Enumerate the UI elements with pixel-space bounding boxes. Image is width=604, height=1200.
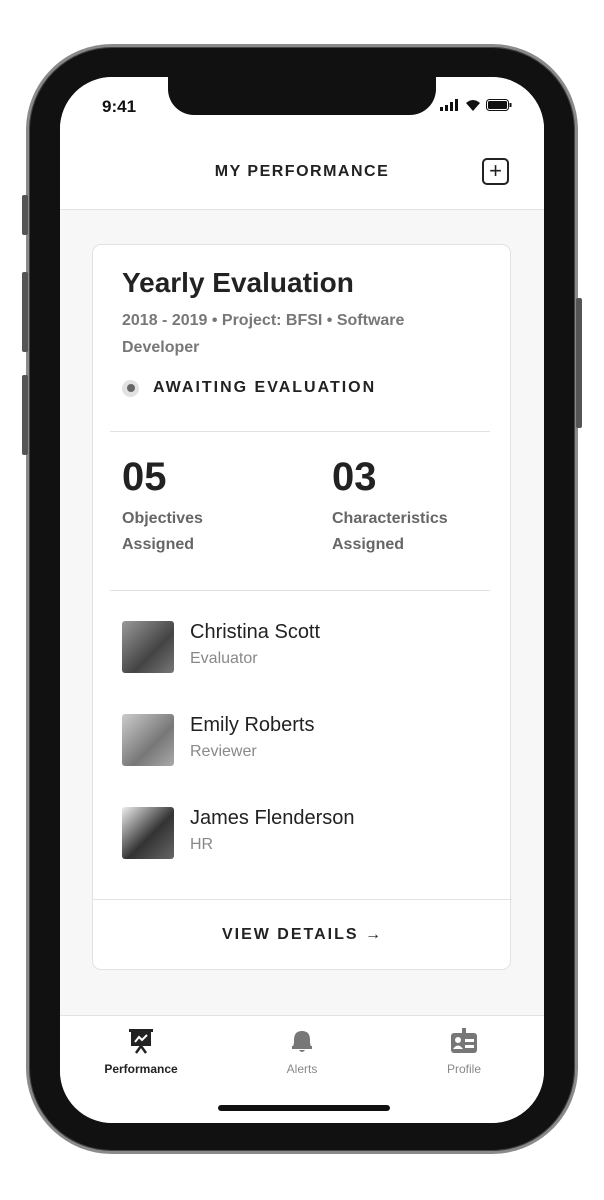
person-role: Evaluator (190, 650, 258, 667)
tab-profile[interactable]: Profile (404, 1028, 524, 1076)
tab-alerts[interactable]: Alerts (242, 1028, 362, 1076)
stat-value: 05 (122, 455, 167, 499)
tab-label: Profile (446, 1062, 481, 1076)
person-role: HR (190, 836, 214, 853)
divider (110, 590, 490, 591)
mute-switch (22, 195, 28, 235)
stat-characteristics: 03 Characteristics Assigned (332, 455, 448, 558)
page-title: MY PERFORMANCE (214, 163, 390, 180)
stat-value: 03 (332, 455, 377, 499)
plus-icon: + (489, 158, 502, 183)
tab-label: Performance (104, 1062, 178, 1076)
stat-label: Assigned (122, 536, 195, 553)
notch (168, 77, 436, 115)
power-button (576, 298, 582, 428)
add-button[interactable]: + (482, 158, 509, 185)
stat-label: Characteristics (332, 510, 448, 527)
tab-label: Alerts (286, 1062, 318, 1076)
divider (110, 431, 490, 432)
avatar (122, 807, 174, 859)
person-item[interactable]: Christina Scott Evaluator (122, 621, 320, 673)
volume-down-button (22, 375, 28, 455)
stat-objectives: 05 Objectives Assigned (122, 455, 203, 558)
person-name: James Flenderson (190, 807, 355, 829)
evaluation-card: Yearly Evaluation 2018 - 2019 • Project:… (92, 244, 512, 971)
person-name: Emily Roberts (190, 714, 315, 736)
volume-up-button (22, 272, 28, 352)
signal-icon (440, 99, 458, 111)
status-dot-icon (122, 379, 139, 397)
card-subtitle: 2018 - 2019 • Project: BFSI • Software D… (122, 312, 405, 356)
status-time: 9:41 (102, 97, 137, 116)
home-indicator[interactable] (218, 1105, 390, 1111)
view-details-button[interactable]: VIEW DETAILS → (93, 899, 512, 971)
battery-icon (486, 99, 512, 111)
status-badge: AWAITING EVALUATION (122, 379, 376, 397)
avatar (122, 714, 174, 766)
screen: 9:41 MY PERFORMANCE + Yearly Evaluation … (60, 77, 544, 1123)
stat-label: Objectives (122, 510, 203, 527)
presentation-chart-icon (129, 1029, 153, 1054)
wifi-icon (466, 100, 480, 111)
status-label: AWAITING EVALUATION (153, 379, 377, 396)
avatar (122, 621, 174, 673)
person-item[interactable]: James Flenderson HR (122, 807, 355, 859)
id-badge-icon (451, 1028, 477, 1053)
stat-label: Assigned (332, 536, 405, 553)
status-icons (440, 99, 512, 111)
person-name: Christina Scott (190, 621, 321, 643)
person-role: Reviewer (190, 743, 257, 760)
bell-icon (292, 1031, 312, 1052)
card-title: Yearly Evaluation (122, 267, 354, 298)
person-item[interactable]: Emily Roberts Reviewer (122, 714, 314, 766)
tab-performance[interactable]: Performance (81, 1028, 201, 1076)
